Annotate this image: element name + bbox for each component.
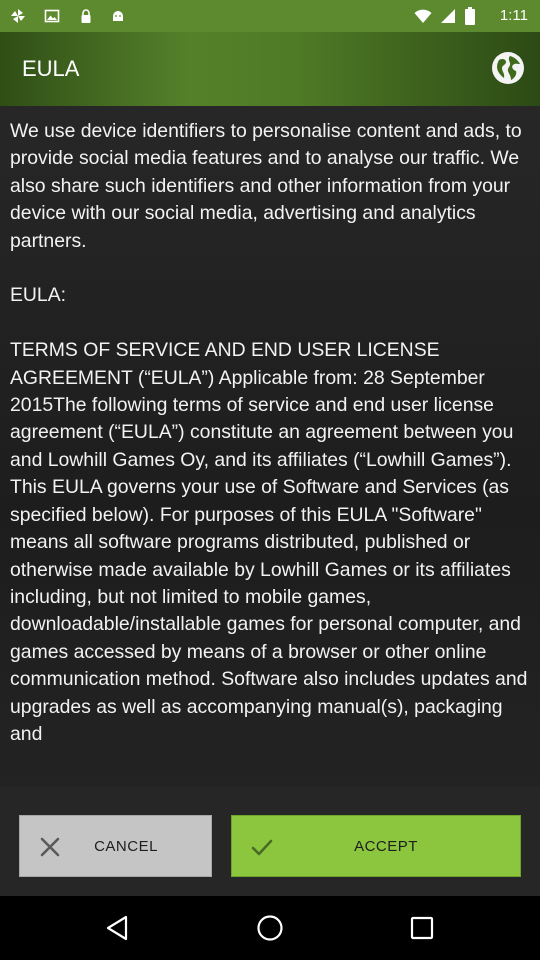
cancel-button[interactable]: CANCEL <box>19 815 212 877</box>
image-icon <box>44 9 60 23</box>
cellular-icon <box>441 9 455 23</box>
pinwheel-icon <box>11 9 25 23</box>
accept-label: ACCEPT <box>354 837 418 855</box>
lock-icon <box>81 9 91 23</box>
android-icon <box>113 11 123 21</box>
status-bar: 1:11 <box>0 0 540 32</box>
globe-icon[interactable] <box>490 50 526 86</box>
eula-content[interactable]: We use device identifiers to personalise… <box>0 106 540 786</box>
button-bar: CANCEL ACCEPT <box>0 786 540 896</box>
home-icon[interactable] <box>256 914 284 942</box>
cancel-label: CANCEL <box>94 837 158 855</box>
app-bar: EULA <box>0 32 540 106</box>
accept-button[interactable]: ACCEPT <box>231 815 521 877</box>
navigation-bar <box>0 896 540 960</box>
battery-icon <box>465 7 475 25</box>
wifi-icon <box>414 9 432 23</box>
status-time: 1:11 <box>499 7 528 24</box>
back-icon[interactable] <box>104 914 132 942</box>
recents-icon[interactable] <box>408 914 436 942</box>
page-title: EULA <box>22 56 80 81</box>
eula-text: We use device identifiers to personalise… <box>10 120 528 745</box>
